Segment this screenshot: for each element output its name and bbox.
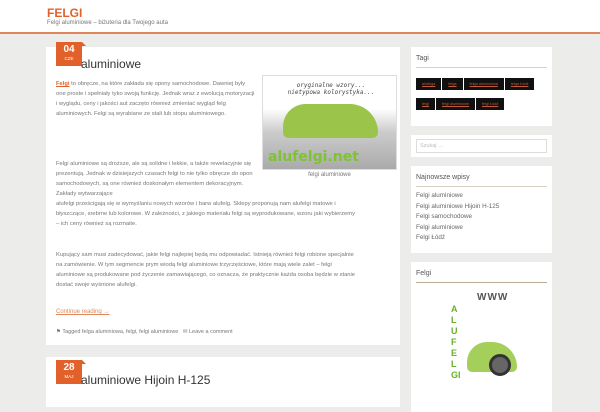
- tag-cloud: alufelga felga felga aluminiowa felga Łódź f…: [416, 72, 547, 112]
- recent-post-link[interactable]: Felgi aluminiowe: [416, 191, 547, 202]
- felgi-widget: Felgi WWW ALUFELGI: [411, 262, 552, 412]
- post-tags[interactable]: Tagged felga aluminiowa, felgi, felgi al…: [62, 329, 178, 335]
- post-meta: ⚑ Tagged felga aluminiowa, felgi, felgi …: [56, 329, 233, 335]
- post-day: 28: [63, 362, 75, 373]
- post-month: MAJ: [64, 374, 74, 379]
- site-header: FELGI Felgi aluminiowe – biżuteria dla T…: [0, 0, 600, 34]
- post-date-badge: 28 MAJ: [56, 360, 86, 384]
- wheel-image: [489, 354, 511, 376]
- site-tagline: Felgi aluminiowe – biżuteria dla Twojego…: [47, 20, 168, 26]
- tag-link[interactable]: felga: [442, 78, 463, 90]
- recent-posts-widget: Najnowsze wpisy Felgi aluminiowe Felgi a…: [411, 166, 552, 253]
- recent-post-link[interactable]: Felgi aluminiowe: [416, 223, 547, 234]
- post-month: CZE: [64, 56, 74, 61]
- recent-post-link[interactable]: Felgi Łódź: [416, 233, 547, 244]
- search-input[interactable]: Szukaj …: [416, 139, 547, 153]
- post-paragraph: alufelgi prześcigają się w wymyślaniu no…: [56, 201, 355, 227]
- tag-link[interactable]: felga Łódź: [504, 78, 535, 90]
- tag-icon: ⚑: [56, 329, 61, 335]
- widget-title: Tagi: [416, 47, 547, 68]
- image-text: oryginalne wzory... nietypowa kolorystyk…: [287, 82, 375, 96]
- post-paragraph: Felgi to obręcze, na które zakłada się o…: [56, 79, 256, 119]
- widget-title: Felgi: [416, 262, 547, 283]
- tags-widget: Tagi alufelga felga felga aluminiowa felga …: [411, 47, 552, 126]
- continue-reading-link[interactable]: Continue reading →: [56, 309, 109, 315]
- post-day: 04: [63, 44, 75, 55]
- site-title[interactable]: FELGI: [47, 6, 82, 20]
- search-widget: Szukaj …: [411, 135, 552, 157]
- tag-link[interactable]: felgi aluminiowe: [435, 98, 475, 110]
- banner-www: WWW: [477, 292, 509, 303]
- tag-link[interactable]: felgi Łódź: [475, 98, 505, 110]
- tag-link[interactable]: felga aluminiowa: [463, 78, 504, 90]
- tag-link[interactable]: alufelga: [416, 78, 442, 90]
- post-date-badge: 04 CZE: [56, 42, 86, 66]
- banner-letters: ALUFELGI: [451, 304, 461, 380]
- image-logo: alufelgi.net: [268, 149, 359, 165]
- leave-comment-link[interactable]: Leave a comment: [189, 329, 233, 335]
- post-title[interactable]: aluminiowe: [81, 57, 141, 71]
- tag-link[interactable]: felgi: [416, 98, 435, 110]
- paragraph-text: to obręcze, na które zakłada się opony s…: [56, 81, 255, 117]
- image-caption: felgi aluminiowe: [308, 172, 351, 178]
- alufelgi-banner[interactable]: WWW ALUFELGI: [449, 292, 519, 402]
- post-paragraph: Kupujący sam musi zadecydować, jakie fel…: [56, 252, 356, 288]
- post-paragraph: Felgi aluminiowe są droższe, ale są soli…: [56, 161, 253, 197]
- post-title[interactable]: aluminiowe Hijoin H-125: [81, 373, 210, 387]
- felgi-link[interactable]: Felgi: [56, 81, 70, 87]
- post-image: oryginalne wzory... nietypowa kolorystyk…: [262, 75, 397, 170]
- car-image: [283, 104, 378, 138]
- recent-post-link[interactable]: Felgi samochodowe: [416, 212, 547, 223]
- widget-title: Najnowsze wpisy: [416, 166, 547, 187]
- recent-post-link[interactable]: Felgi aluminiowe Hijoin H-125: [416, 202, 547, 213]
- comment-icon: ✉: [182, 329, 188, 335]
